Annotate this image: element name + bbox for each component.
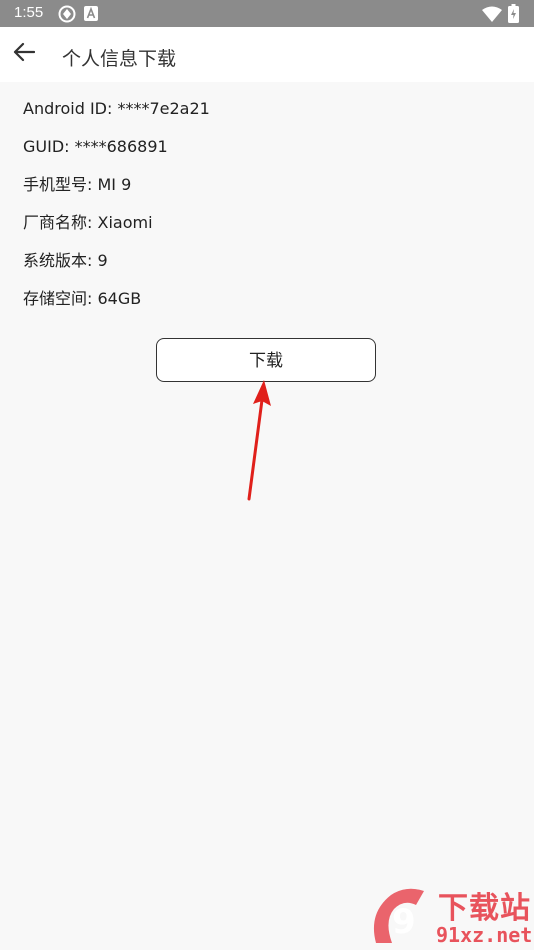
annotation-arrow bbox=[247, 380, 271, 501]
watermark-glyph: 9 bbox=[392, 902, 416, 942]
watermark-logo: 9 下载站 91xz.net bbox=[366, 883, 534, 950]
watermark-title: 下载站 bbox=[438, 891, 531, 926]
watermark-url: 91xz.net bbox=[436, 923, 533, 947]
watermark-emblem: 9 bbox=[373, 888, 424, 943]
